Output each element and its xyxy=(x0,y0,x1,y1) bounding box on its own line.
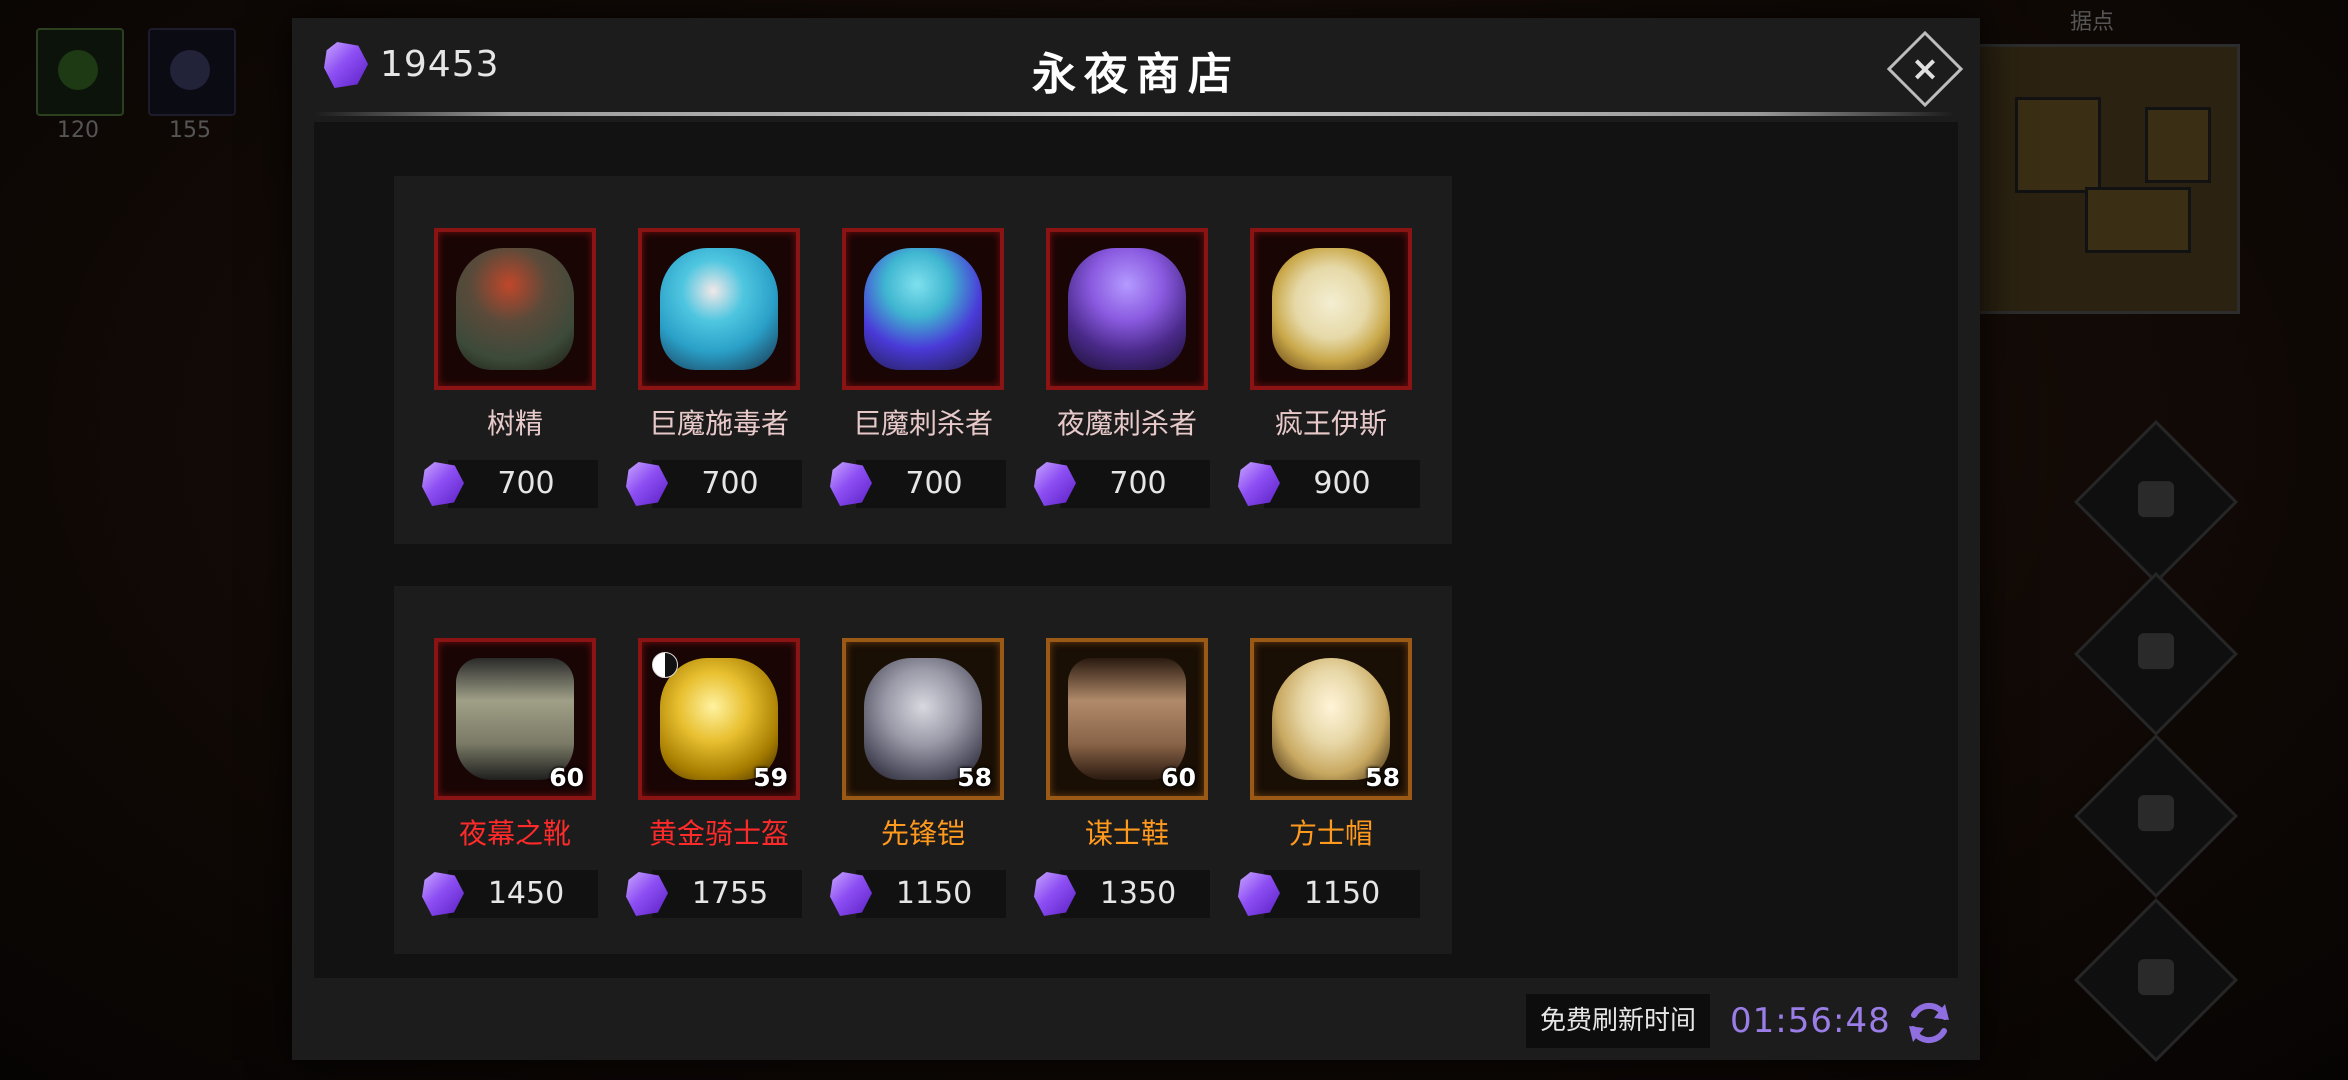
mad-king-portrait-icon xyxy=(1272,248,1390,370)
item-price[interactable]: 1450 xyxy=(422,870,604,918)
item-name: 方士帽 xyxy=(1288,817,1373,850)
dark-rune-icon xyxy=(170,50,210,90)
quest-side-button xyxy=(2073,419,2239,585)
item-price[interactable]: 900 xyxy=(1238,460,1420,508)
item-price-value: 1755 xyxy=(691,876,769,911)
item-level: 58 xyxy=(957,763,992,792)
item-icon: 58 xyxy=(842,638,1004,800)
refresh-timer: 01:56:48 xyxy=(1730,1001,1891,1041)
item-price[interactable]: 700 xyxy=(626,460,808,508)
night-assassin-portrait-icon xyxy=(1068,248,1186,370)
item-price[interactable]: 1755 xyxy=(626,870,808,918)
minimap-label: 据点 xyxy=(2070,10,2115,35)
item-price[interactable]: 1150 xyxy=(830,870,1012,918)
resource-slot-green xyxy=(36,28,124,116)
troll-poisoner-portrait-icon xyxy=(660,248,778,370)
item-name: 疯王伊斯 xyxy=(1274,407,1387,440)
shop-item-grid: 树精 700 巨魔施毒者 700 巨魔刺杀者 700 夜魔刺杀者 700 疯王伊… xyxy=(314,122,1958,978)
item-price[interactable]: 700 xyxy=(830,460,1012,508)
golden-knight-helm-icon xyxy=(660,658,778,780)
header-divider xyxy=(314,112,1954,116)
close-icon: × xyxy=(1910,49,1940,89)
item-price[interactable]: 700 xyxy=(422,460,604,508)
item-price[interactable]: 1150 xyxy=(1238,870,1420,918)
green-rune-icon xyxy=(58,50,98,90)
item-price-value: 1350 xyxy=(1099,876,1177,911)
scroll-icon xyxy=(2138,481,2174,518)
night-boots-icon xyxy=(456,658,574,780)
item-portrait xyxy=(1046,228,1208,390)
item-price-value: 700 xyxy=(497,466,555,501)
item-price[interactable]: 700 xyxy=(1034,460,1216,508)
alchemist-hat-icon xyxy=(1272,658,1390,780)
item-level: 60 xyxy=(1161,763,1196,792)
item-price-value: 700 xyxy=(701,466,759,501)
item-icon: 58 xyxy=(1250,638,1412,800)
menu-side-button xyxy=(2073,897,2239,1063)
item-icon: 59 xyxy=(638,638,800,800)
item-icon: 60 xyxy=(1046,638,1208,800)
shop-header: 19453 永夜商店 × xyxy=(292,18,1980,116)
item-price-value: 900 xyxy=(1313,466,1371,501)
resource-value-dark: 155 xyxy=(169,118,211,143)
treant-portrait-icon xyxy=(456,248,574,370)
troll-assassin-portrait-icon xyxy=(864,248,982,370)
item-price[interactable]: 1350 xyxy=(1034,870,1216,918)
eternal-night-shop-panel: 19453 永夜商店 × 树精 700 巨魔施毒者 700 巨魔刺杀者 700 … xyxy=(292,18,1980,1060)
heroes-side-button xyxy=(2073,571,2239,737)
yin-yang-icon xyxy=(652,652,678,678)
item-level: 60 xyxy=(549,763,584,792)
item-icon: 60 xyxy=(434,638,596,800)
minimap xyxy=(1972,44,2240,314)
item-portrait xyxy=(638,228,800,390)
free-refresh-label: 免费刷新时间 xyxy=(1526,994,1711,1048)
shop-item-card[interactable]: 58 方士帽 1150 xyxy=(1210,586,1452,954)
potion-icon xyxy=(2138,795,2174,832)
refresh-button[interactable] xyxy=(1904,998,1954,1048)
shop-title: 永夜商店 xyxy=(1032,49,1240,100)
item-price-value: 700 xyxy=(1109,466,1167,501)
strategist-boots-icon xyxy=(1068,658,1186,780)
item-portrait xyxy=(842,228,1004,390)
item-level: 59 xyxy=(753,763,788,792)
vanguard-armor-icon xyxy=(864,658,982,780)
list-icon xyxy=(2138,959,2174,996)
potion-side-button xyxy=(2073,733,2239,899)
resource-value-green: 120 xyxy=(57,118,99,143)
shop-item-card[interactable]: 疯王伊斯 900 xyxy=(1210,176,1452,544)
item-price-value: 1150 xyxy=(895,876,973,911)
item-price-value: 1450 xyxy=(487,876,565,911)
item-price-value: 1150 xyxy=(1303,876,1381,911)
item-portrait xyxy=(434,228,596,390)
item-level: 58 xyxy=(1365,763,1400,792)
item-price-value: 700 xyxy=(905,466,963,501)
item-portrait xyxy=(1250,228,1412,390)
resource-slot-dark xyxy=(148,28,236,116)
people-icon xyxy=(2138,633,2174,670)
